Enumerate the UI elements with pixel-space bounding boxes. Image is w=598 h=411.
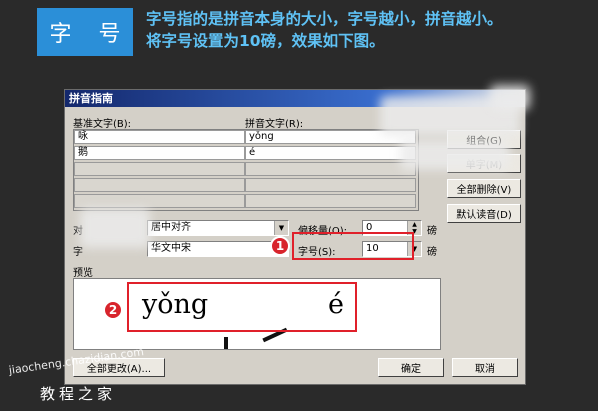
clear-all-button[interactable]: 全部删除(V) <box>447 179 521 198</box>
watermark-site: 教程之家 <box>40 385 117 403</box>
phonetic-grid: 咏 yǒng 鹅 é <box>73 129 419 211</box>
blur-patch <box>80 208 150 248</box>
offset-unit: 磅 <box>427 226 437 237</box>
preview-label: 预览 <box>73 268 93 279</box>
font-value: 华文中宋 <box>151 243 191 254</box>
base-text-label: 基准文字(B): <box>73 119 132 130</box>
base-cell-5 <box>74 194 245 208</box>
alignment-select[interactable]: 居中对齐 ▼ <box>147 220 289 236</box>
blur-patch <box>490 85 530 110</box>
preview-highlight-box <box>127 282 357 332</box>
font-select[interactable]: 华文中宋 <box>147 241 289 257</box>
blur-patch <box>400 140 510 170</box>
base-cell-4 <box>74 178 245 192</box>
step-badge-1: 1 <box>270 236 290 256</box>
size-unit: 磅 <box>427 247 437 258</box>
ok-button[interactable]: 确定 <box>378 358 444 377</box>
alignment-value: 居中对齐 <box>151 222 191 233</box>
section-tag: 字 号 <box>37 8 133 56</box>
preview-glyph-stroke <box>224 337 228 349</box>
ruby-text-label: 拼音文字(R): <box>245 119 304 130</box>
cancel-button[interactable]: 取消 <box>452 358 518 377</box>
base-cell-3 <box>74 162 245 176</box>
size-highlight-box <box>292 232 414 260</box>
base-cell-1[interactable]: 咏 <box>74 130 245 144</box>
default-reading-button[interactable]: 默认读音(D) <box>447 204 521 223</box>
base-cell-2[interactable]: 鹅 <box>74 146 245 160</box>
step-badge-2: 2 <box>103 300 123 320</box>
chevron-down-icon[interactable]: ▼ <box>274 221 288 235</box>
headline: 字号指的是拼音本身的大小，字号越小，拼音越小。 将字号设置为10磅，效果如下图。 <box>146 8 596 52</box>
ruby-cell-3 <box>245 162 416 176</box>
headline-line-2: 将字号设置为10磅，效果如下图。 <box>146 32 385 50</box>
headline-line-1: 字号指的是拼音本身的大小，字号越小，拼音越小。 <box>146 10 503 28</box>
ruby-cell-2[interactable]: é <box>245 146 416 160</box>
ruby-cell-5 <box>245 194 416 208</box>
ruby-cell-4 <box>245 178 416 192</box>
